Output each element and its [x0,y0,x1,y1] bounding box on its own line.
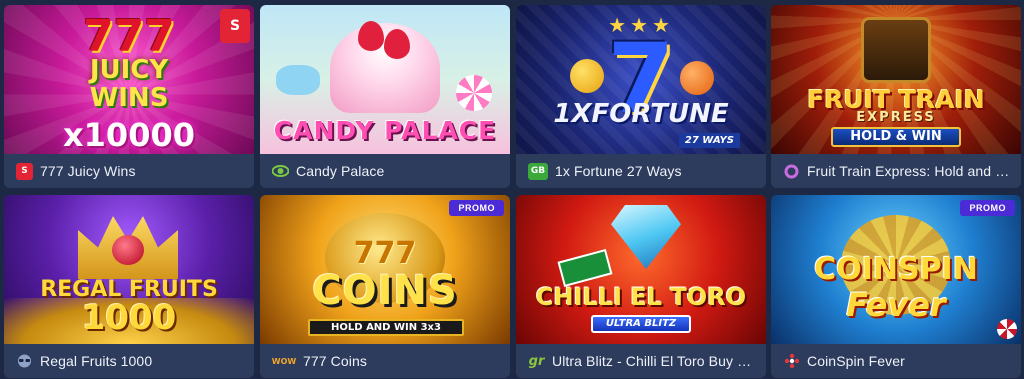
game-card-candy-palace[interactable]: CANDY PALACE Candy Palace [260,5,510,188]
game-caption[interactable]: CoinSpin Fever [771,344,1021,378]
game-thumbnail[interactable]: CHILLI EL TORO ULTRA BLITZ [516,195,766,344]
strawberry-illustration [358,21,384,51]
game-thumbnail[interactable]: 777 COINS HOLD AND WIN 3x3 PROMO [260,195,510,344]
game-caption[interactable]: S 777 Juicy Wins [4,154,254,188]
game-card-regal-fruits-1000[interactable]: REGAL FRUITS 1000 Regal Fruits 1000 [4,195,254,378]
ticket-illustration [557,248,613,288]
thumbnail-title: 1XFORTUNE [553,99,729,129]
thumbnail-title: CHILLI EL TORO [535,283,747,311]
thumbnail-hold-win: HOLD AND WIN 3x3 [308,319,464,336]
s-box-icon: S [16,162,33,180]
game-card-fruit-train-express[interactable]: FRUIT TRAIN EXPRESS HOLD & WIN Fruit Tra… [771,5,1021,188]
promo-badge: PROMO [960,200,1015,216]
strawberry-illustration [384,29,410,59]
game-card-chilli-el-toro[interactable]: CHILLI EL TORO ULTRA BLITZ gr Ultra Blit… [516,195,766,378]
game-caption[interactable]: WOW 777 Coins [260,344,510,378]
thumbnail-ultra-blitz: ULTRA BLITZ [591,315,691,333]
game-caption[interactable]: GB 1x Fortune 27 Ways [516,154,766,188]
green-eye-icon [272,163,289,180]
thumbnail-title: COINSPIN [814,252,978,287]
promo-badge: PROMO [449,200,504,216]
game-caption[interactable]: Fruit Train Express: Hold and Win [771,154,1021,188]
game-title: Fruit Train Express: Hold and Win [807,163,1013,179]
gem-illustration [112,235,144,265]
game-title: 1x Fortune 27 Ways [555,163,682,179]
thumbnail-title: CANDY PALACE [273,116,497,145]
thumbnail-title: COINS [312,268,458,314]
macaron-illustration [276,65,320,95]
game-card-777-coins[interactable]: 777 COINS HOLD AND WIN 3x3 PROMO WOW 777… [260,195,510,378]
game-thumbnail[interactable]: CANDY PALACE [260,5,510,154]
game-title: 777 Coins [303,353,367,369]
lollipop-illustration [456,75,492,111]
sunglasses-icon [16,353,33,370]
thumbnail-ways: 27 WAYS [678,133,740,148]
game-title: Ultra Blitz - Chilli El Toro Buy Bon… [552,353,758,369]
game-thumbnail[interactable]: S 777 JUICY WINS x10000 [4,5,254,154]
thumbnail-sevens: 777 [353,236,417,271]
thumbnail-sevens: 777 [83,11,175,62]
ring-icon [783,163,800,180]
game-title: Regal Fruits 1000 [40,353,153,369]
diamond-illustration [611,205,681,269]
thumbnail-title-line1: JUICY [89,55,169,85]
game-title: CoinSpin Fever [807,353,905,369]
game-thumbnail[interactable]: ★★★ 7 1XFORTUNE 27 WAYS [516,5,766,154]
thumbnail-hold-win: HOLD & WIN [831,127,961,147]
thumbnail-subtitle: EXPRESS [856,110,936,125]
game-thumbnail[interactable]: COINSPIN Fever PROMO [771,195,1021,344]
thumbnail-title-line2: WINS [89,83,169,113]
thumbnail-subtitle: Fever [846,286,946,324]
wow-icon: WOW [271,356,297,366]
gb-badge-icon: GB [528,162,548,180]
game-card-coinspin-fever[interactable]: COINSPIN Fever PROMO CoinSpin Fever [771,195,1021,378]
game-thumbnail[interactable]: FRUIT TRAIN EXPRESS HOLD & WIN [771,5,1021,154]
game-thumbnail[interactable]: REGAL FRUITS 1000 [4,195,254,344]
game-caption[interactable]: Candy Palace [260,154,510,188]
game-card-1x-fortune[interactable]: ★★★ 7 1XFORTUNE 27 WAYS GB 1x Fortune 27… [516,5,766,188]
game-card-777-juicy-wins[interactable]: S 777 JUICY WINS x10000 S 777 Juicy Wins [4,5,254,188]
thumbnail-number: 1000 [81,298,177,338]
dots-cluster-icon [783,353,800,370]
thumbnail-multiplier: x10000 [63,116,195,154]
game-title: Candy Palace [296,163,385,179]
game-grid: S 777 JUICY WINS x10000 S 777 Juicy Wins… [0,0,1024,379]
game-title: 777 Juicy Wins [40,163,136,179]
game-caption[interactable]: gr Ultra Blitz - Chilli El Toro Buy Bon… [516,344,766,378]
gr-logo-icon: gr [528,353,545,369]
game-caption[interactable]: Regal Fruits 1000 [4,344,254,378]
train-illustration [861,17,931,83]
thumbnail-title: FRUIT TRAIN [807,85,985,114]
provider-dots-icon [997,319,1017,339]
